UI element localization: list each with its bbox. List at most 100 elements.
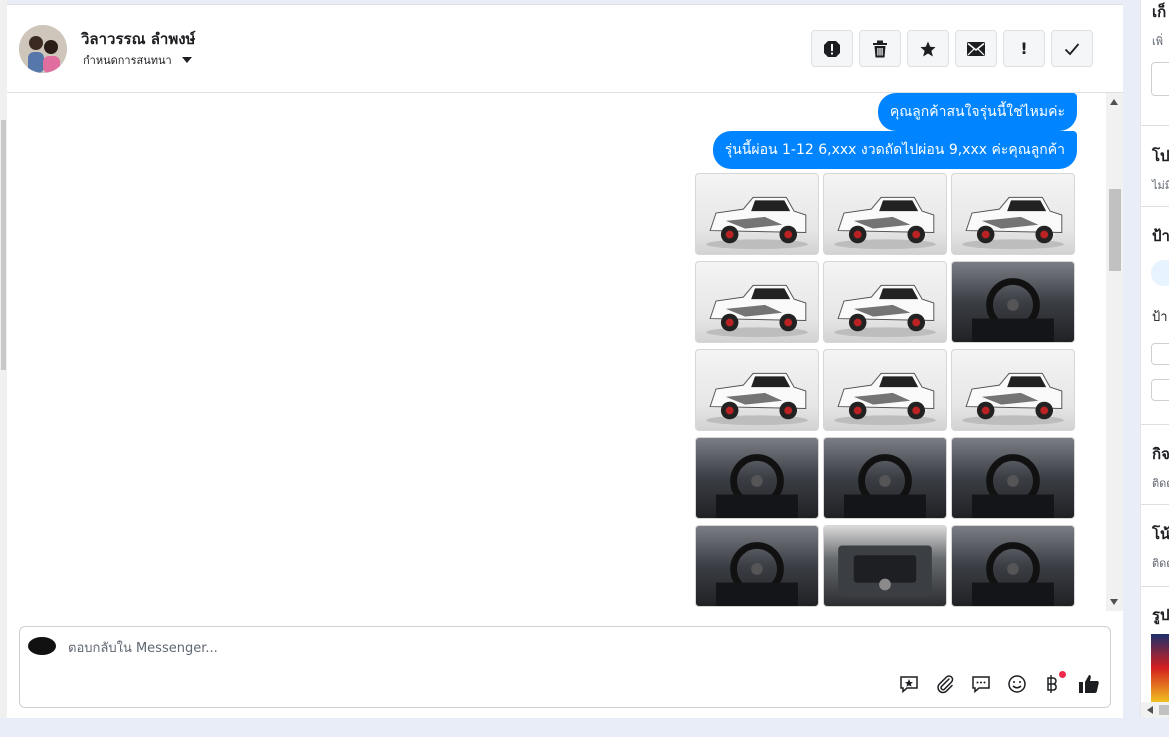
engine-icon: [824, 526, 946, 606]
message-list: คุณลูกค้าสนใจรุ่นนี้ใช่ไหมค่ะ รุ่นนี้ผ่อ…: [7, 93, 1123, 615]
report-button[interactable]: [811, 30, 853, 67]
divider: [1141, 504, 1169, 505]
photo-thumbnail[interactable]: [951, 525, 1075, 607]
chat-panel: วิลาวรรณ ลำพงษ์ กำหนดการสนทนา ! คุณลูกค้…: [7, 4, 1123, 718]
add-tag-button[interactable]: [1151, 62, 1169, 96]
like-button[interactable]: [1078, 673, 1100, 695]
delete-button[interactable]: [859, 30, 901, 67]
important-icon: !: [1020, 39, 1028, 58]
page-avatar: [28, 637, 56, 655]
quick-reply-button[interactable]: [970, 673, 992, 695]
section-title: โป: [1152, 147, 1169, 165]
divider: [1141, 586, 1169, 587]
photo-thumbnail[interactable]: [695, 261, 819, 343]
photo-thumbnail[interactable]: [695, 437, 819, 519]
left-scrollbar-thumb[interactable]: [1, 120, 6, 370]
conversation-header: วิลาวรรณ ลำพงษ์ กำหนดการสนทนา !: [7, 5, 1123, 93]
contact-name[interactable]: วิลาวรรณ ลำพงษ์: [81, 27, 195, 51]
section-title: ป้า: [1152, 227, 1169, 245]
scroll-left-icon[interactable]: [1147, 706, 1153, 714]
car-side-icon: [824, 262, 946, 342]
reply-input[interactable]: [68, 638, 868, 658]
section-subtitle: ติดต: [1152, 557, 1169, 570]
assign-conversation-dropdown[interactable]: กำหนดการสนทนา: [83, 51, 192, 69]
section-title: เก็: [1152, 3, 1167, 21]
photo-thumbnail[interactable]: [695, 525, 819, 607]
gauges-icon: [952, 526, 1074, 606]
photo-thumbnail[interactable]: [951, 173, 1075, 255]
report-icon: [824, 40, 840, 57]
car-front-icon: [824, 350, 946, 430]
right-scrollbar-thumb[interactable]: [1159, 705, 1169, 715]
section-subtitle: ไม่มี: [1152, 179, 1169, 192]
photo-thumbnail[interactable]: [951, 349, 1075, 431]
wheel-icon: [952, 262, 1074, 342]
star-button[interactable]: [907, 30, 949, 67]
right-panel-scrollbar[interactable]: [1141, 702, 1169, 718]
car-rear-34-icon: [696, 262, 818, 342]
divider: [1141, 125, 1169, 126]
message-bubble[interactable]: รุ่นนี้ผ่อน 1-12 6,xxx งวดถัดไปผ่อน 9,xx…: [712, 131, 1077, 169]
emoji-button[interactable]: [1006, 673, 1028, 695]
section-title: โน้: [1152, 525, 1169, 543]
left-scrollbar[interactable]: [0, 0, 7, 718]
notification-dot: [1059, 671, 1066, 678]
reply-composer: [19, 626, 1111, 708]
label-input[interactable]: [1151, 343, 1169, 365]
photo-thumbnail[interactable]: [695, 349, 819, 431]
section-subtitle: เพิ่: [1152, 35, 1164, 48]
star-icon: [920, 41, 936, 56]
photo-attachment-grid: [695, 173, 1075, 607]
divider: [1141, 424, 1169, 425]
photo-thumbnail[interactable]: [951, 261, 1075, 343]
photo-thumbnail[interactable]: [823, 349, 947, 431]
caret-down-icon: [181, 57, 192, 63]
mark-unread-button[interactable]: [955, 30, 997, 67]
photo-thumbnail[interactable]: [951, 437, 1075, 519]
photo-thumbnail[interactable]: [823, 437, 947, 519]
avatar[interactable]: [19, 25, 67, 73]
saved-reply-icon: [900, 676, 918, 694]
mark-done-button[interactable]: [1051, 30, 1093, 67]
saved-reply-button[interactable]: [898, 673, 920, 695]
attach-button[interactable]: [934, 673, 956, 695]
smiley-icon: [1008, 675, 1026, 693]
steering-wheel-icon: [952, 438, 1074, 518]
car-front-34-icon: [952, 350, 1074, 430]
photo-thumbnail[interactable]: [823, 261, 947, 343]
label-chip[interactable]: [1151, 260, 1169, 286]
message-scrollbar-thumb[interactable]: [1109, 189, 1121, 271]
chat-bubble-icon: [972, 676, 990, 694]
seats-icon: [824, 438, 946, 518]
dashboard-icon: [696, 438, 818, 518]
check-icon: [1064, 42, 1080, 55]
section-title: รูป: [1152, 606, 1169, 624]
section-subtitle: ป้า: [1152, 310, 1168, 325]
car-rear-34-icon: [824, 174, 946, 254]
scroll-down-icon[interactable]: [1110, 599, 1118, 605]
composer-tools: [898, 671, 1100, 695]
photo-thumbnail[interactable]: [823, 525, 947, 607]
section-title: กิจ: [1152, 445, 1169, 463]
payment-button[interactable]: [1042, 671, 1066, 695]
mark-important-button[interactable]: !: [1003, 30, 1045, 67]
baht-icon: [1047, 675, 1057, 693]
page-bottom: [0, 718, 1169, 737]
car-rear-icon: [952, 174, 1074, 254]
assign-label: กำหนดการสนทนา: [83, 54, 172, 67]
scroll-up-icon[interactable]: [1110, 99, 1118, 105]
trash-icon: [873, 40, 887, 57]
photo-thumbnail[interactable]: [695, 173, 819, 255]
car-side-icon: [696, 350, 818, 430]
message-list-scrollbar[interactable]: [1106, 93, 1123, 611]
contact-details-panel: เก็ เพิ่ โป ไม่มี ป้า ป้า กิจ ติดต โน้ ต…: [1140, 0, 1169, 718]
shared-image-thumbnail[interactable]: [1151, 634, 1169, 702]
thumbs-up-icon: [1079, 675, 1099, 693]
label-input[interactable]: [1151, 379, 1169, 401]
section-subtitle: ติดต: [1152, 477, 1169, 490]
header-actions: !: [811, 30, 1093, 67]
photo-thumbnail[interactable]: [823, 173, 947, 255]
mail-icon: [967, 41, 985, 56]
paperclip-icon: [937, 675, 954, 694]
message-bubble[interactable]: คุณลูกค้าสนใจรุ่นนี้ใช่ไหมค่ะ: [877, 93, 1077, 131]
